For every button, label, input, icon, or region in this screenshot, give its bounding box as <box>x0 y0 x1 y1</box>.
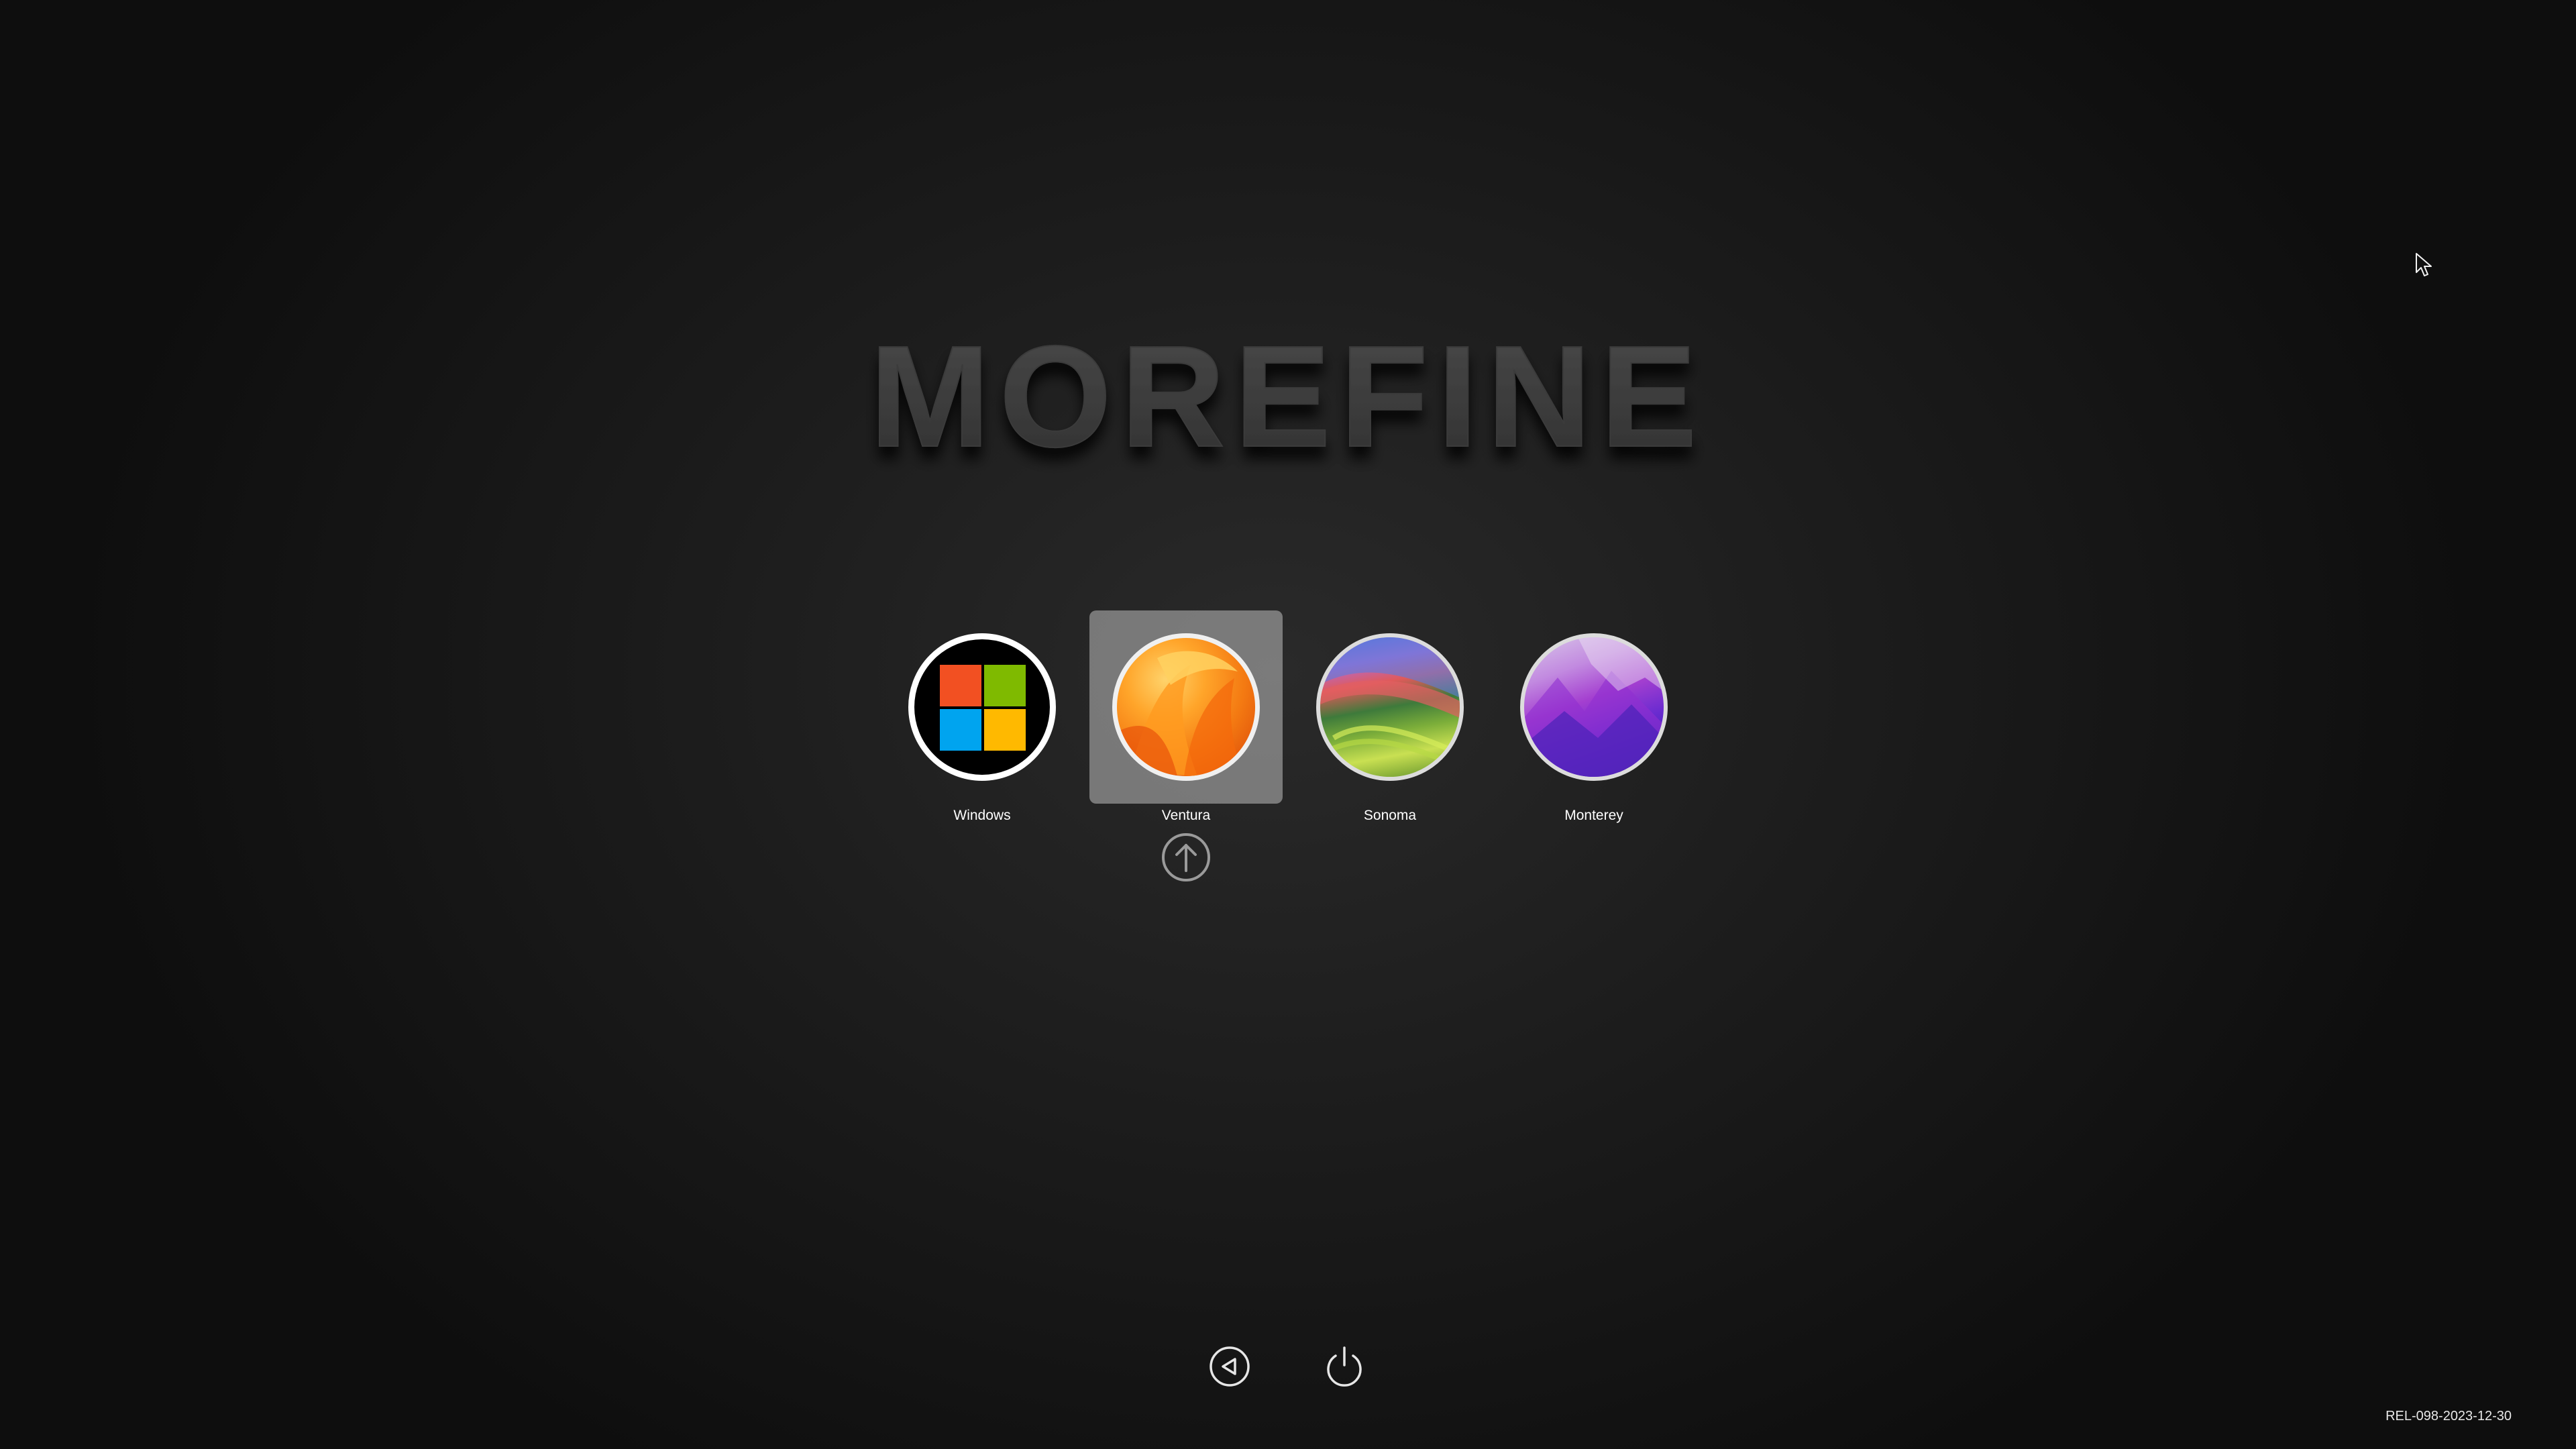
ventura-icon <box>1112 633 1260 781</box>
back-button[interactable] <box>1208 1345 1251 1388</box>
mouse-cursor-icon <box>2415 252 2432 278</box>
monterey-icon <box>1520 633 1668 781</box>
morefine-logo: MOREFINE <box>805 315 1771 496</box>
version-label: REL-098-2023-12-30 <box>2385 1409 2512 1424</box>
boot-entry-label: Monterey <box>1564 808 1623 823</box>
boot-entry-label: Ventura <box>1161 808 1211 823</box>
boot-entry-list: Windows Ventura Sonoma Monterey <box>0 610 2576 879</box>
back-arrow-icon <box>1210 1346 1250 1387</box>
up-arrow-icon[interactable] <box>1161 832 1212 883</box>
boot-entry-sonoma[interactable]: Sonoma <box>1293 610 1487 865</box>
boot-entry-monterey[interactable]: Monterey <box>1497 610 1690 865</box>
shutdown-button[interactable] <box>1323 1345 1366 1388</box>
sonoma-icon <box>1316 633 1464 781</box>
windows-logo-yellow-square <box>984 709 1026 751</box>
windows-logo-blue-square <box>940 709 981 751</box>
logo-text: MOREFINE <box>870 315 1707 477</box>
boot-entry-label: Windows <box>953 808 1011 823</box>
windows-logo-green-square <box>984 665 1026 706</box>
boot-entry-label: Sonoma <box>1363 808 1417 823</box>
windows-logo-red-square <box>940 665 981 706</box>
windows-icon <box>908 633 1056 781</box>
power-icon <box>1327 1346 1362 1387</box>
boot-entry-ventura[interactable]: Ventura <box>1089 610 1283 865</box>
boot-entry-windows[interactable]: Windows <box>885 610 1079 865</box>
